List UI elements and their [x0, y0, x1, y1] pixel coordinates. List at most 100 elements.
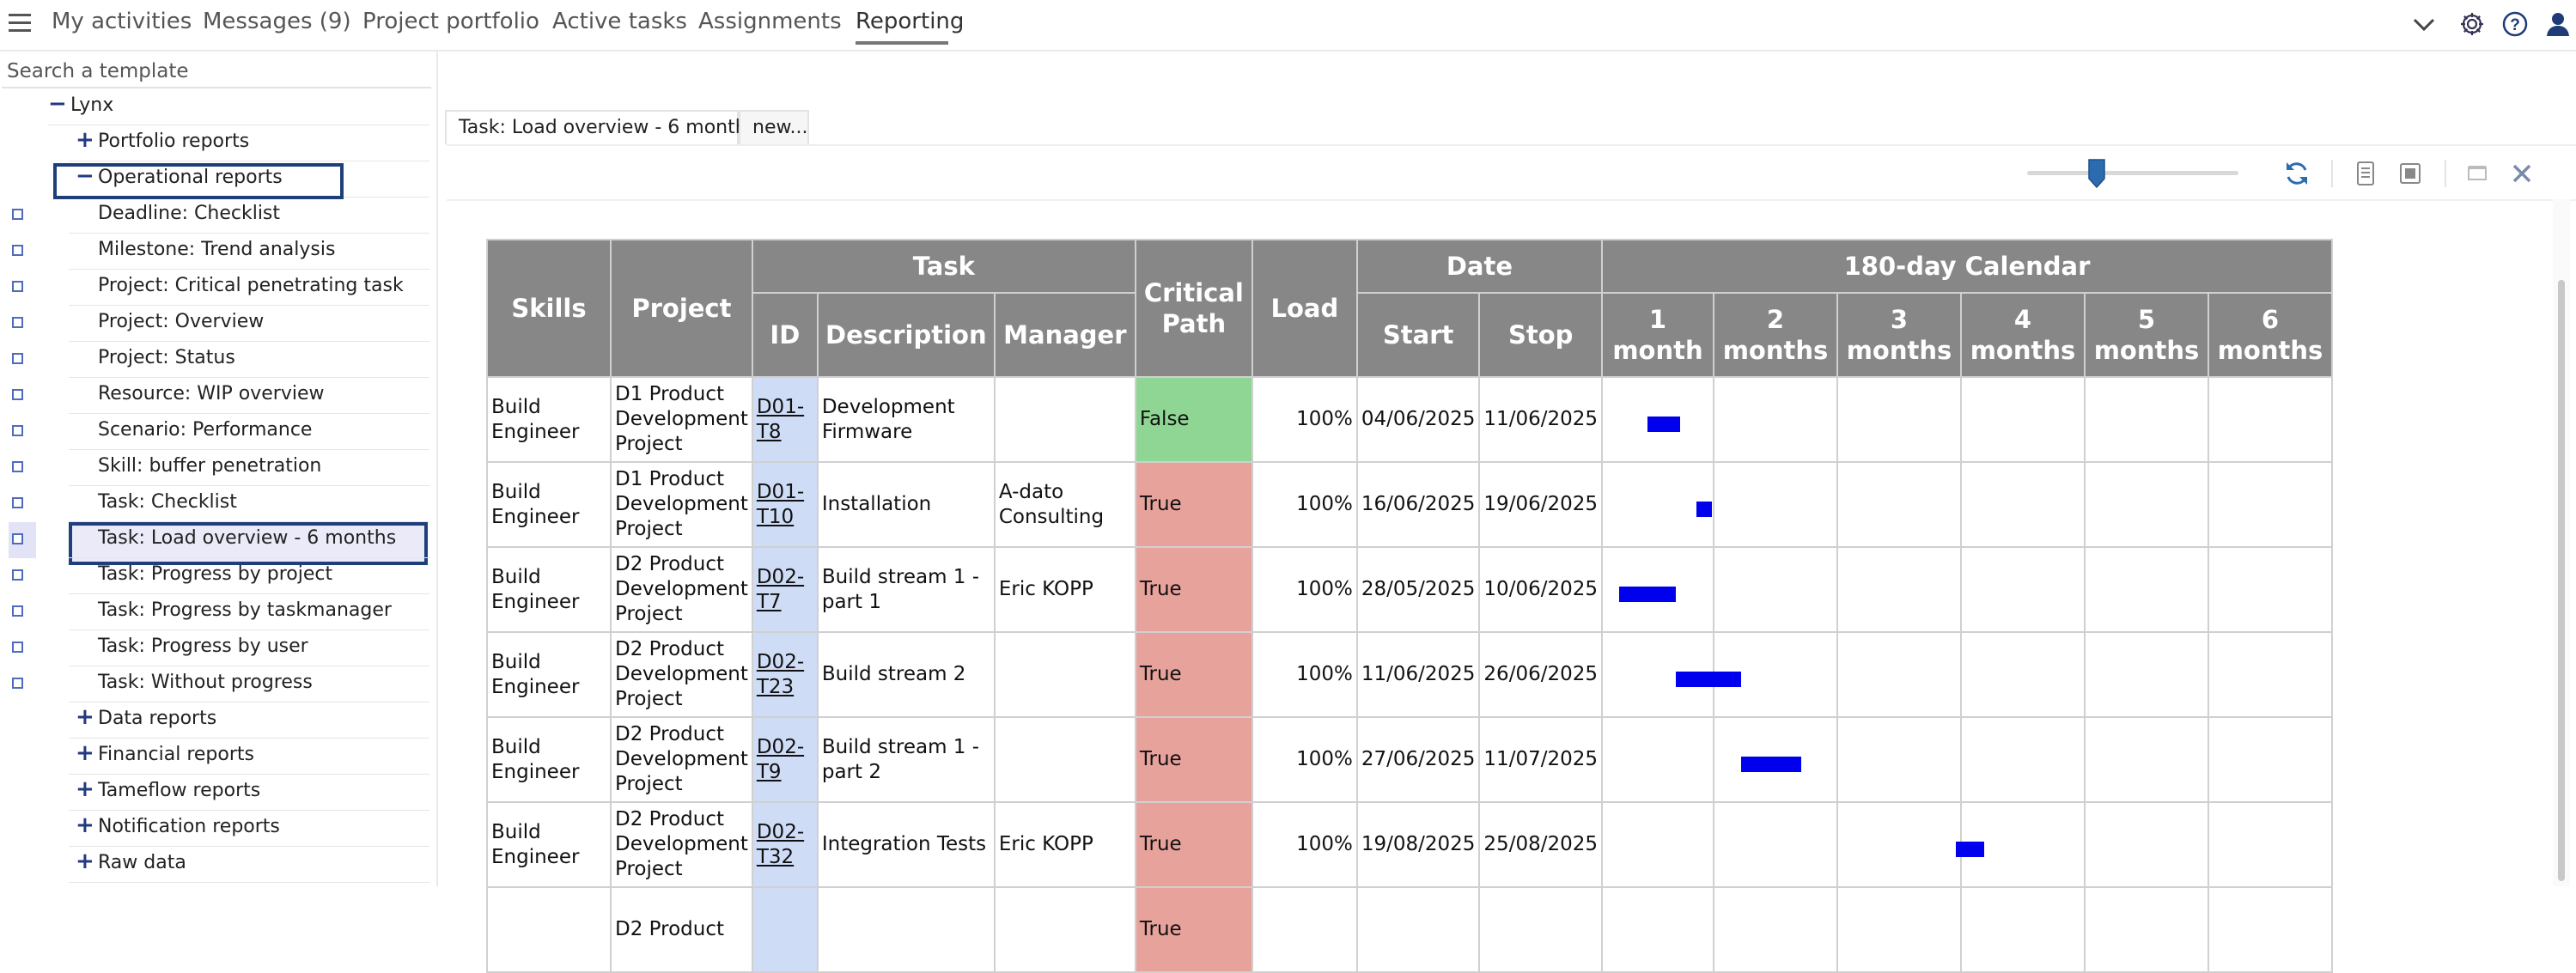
user-icon[interactable]: [2544, 10, 2572, 38]
gantt-bar: [1740, 757, 1802, 772]
tab-task-load-overview[interactable]: Task: Load overview - 6 months: [445, 110, 757, 144]
cell-start: 27/06/2025: [1355, 716, 1481, 803]
tree-item-task-checklist[interactable]: Task: Checklist: [0, 486, 429, 522]
zoom-slider-thumb[interactable]: [2087, 158, 2106, 189]
zoom-slider-track[interactable]: [2027, 171, 2238, 175]
tree-item-project-critical-penetrating-task[interactable]: Project: Critical penetrating task: [0, 270, 429, 306]
checkbox[interactable]: [12, 425, 23, 436]
cell-project: D2 Product Development Project: [610, 716, 753, 803]
chevron-down-icon[interactable]: [2410, 10, 2438, 38]
tree-item-task-progress-by-user[interactable]: Task: Progress by user: [0, 630, 429, 666]
table-row: Build Engineer D2 Product Development Pro…: [486, 631, 2333, 718]
tree-item-portfolio-reports[interactable]: + Portfolio reports: [0, 125, 429, 161]
nav-assignments[interactable]: Assignments: [698, 9, 842, 34]
checkbox[interactable]: [12, 461, 23, 472]
cell-skills: Build Engineer: [486, 546, 612, 633]
task-id-link[interactable]: D02-T9: [757, 736, 804, 783]
calendar-cell-month-5: [2084, 376, 2209, 463]
checkbox[interactable]: [12, 317, 23, 328]
header-calendar: 180-day Calendar: [1601, 239, 2333, 294]
close-icon[interactable]: [2508, 160, 2536, 187]
help-icon[interactable]: ?: [2501, 10, 2529, 38]
calendar-cell-month-2: [1713, 376, 1838, 463]
tree-item-raw-data[interactable]: + Raw data: [0, 847, 429, 883]
calendar-cell-month-2: [1713, 886, 1838, 973]
task-id-link[interactable]: D02-T7: [757, 566, 804, 613]
tree-item-project-overview[interactable]: Project: Overview: [0, 306, 429, 342]
collapse-icon[interactable]: −: [48, 91, 67, 117]
cell-stop: 19/06/2025: [1478, 461, 1603, 548]
checkbox[interactable]: [12, 389, 23, 400]
task-id-link[interactable]: D02-T32: [757, 821, 804, 868]
tree-item-task-without-progress[interactable]: Task: Without progress: [0, 666, 429, 702]
expand-icon[interactable]: +: [76, 848, 94, 874]
expand-icon[interactable]: +: [76, 740, 94, 766]
hamburger-icon[interactable]: [9, 14, 31, 33]
window-icon[interactable]: [2463, 160, 2491, 187]
tree-item-label: Data reports: [98, 708, 217, 729]
tree-item-task-progress-by-taskmanager[interactable]: Task: Progress by taskmanager: [0, 594, 429, 630]
calendar-cell-month-1: [1601, 716, 1714, 803]
header-load: Load: [1251, 239, 1358, 378]
cell-start: 04/06/2025: [1355, 376, 1481, 463]
refresh-icon[interactable]: [2283, 160, 2311, 187]
expand-icon[interactable]: +: [76, 127, 94, 153]
tab-new[interactable]: new...: [739, 110, 809, 144]
tree-item-task-progress-by-project[interactable]: Task: Progress by project: [0, 558, 429, 594]
checkbox[interactable]: [12, 245, 23, 256]
cell-critical-path: True: [1134, 546, 1253, 633]
checkbox[interactable]: [12, 642, 23, 653]
cell-stop: 10/06/2025: [1478, 546, 1603, 633]
checkbox[interactable]: [12, 569, 23, 581]
nav-messages[interactable]: Messages (9): [203, 9, 351, 34]
tree-item-label: Portfolio reports: [98, 131, 250, 152]
calendar-cell-month-4: [1960, 886, 2086, 973]
tree-item-label: Task: Progress by user: [98, 635, 308, 657]
checkbox[interactable]: [12, 353, 23, 364]
tree-item-skill-buffer-penetration[interactable]: Skill: buffer penetration: [0, 450, 429, 486]
task-id-link[interactable]: D01-T10: [757, 481, 804, 528]
highlight-operational-reports: [53, 163, 344, 199]
expand-icon[interactable]: +: [76, 704, 94, 730]
tree-item-scenario-performance[interactable]: Scenario: Performance: [0, 414, 429, 450]
document-icon[interactable]: [2352, 160, 2379, 187]
gear-icon[interactable]: [2458, 10, 2486, 38]
tree-item-task-load-overview-6-months[interactable]: Task: Load overview - 6 months: [0, 522, 429, 558]
tree-item-milestone-trend-analysis[interactable]: Milestone: Trend analysis: [0, 234, 429, 270]
checkbox[interactable]: [12, 533, 23, 544]
cell-load: 100%: [1251, 461, 1358, 548]
table-row: Build Engineer D2 Product Development Pro…: [486, 546, 2333, 633]
nav-my-activities[interactable]: My activities: [52, 9, 192, 34]
nav-project-portfolio[interactable]: Project portfolio: [362, 9, 539, 34]
tree-item-project-status[interactable]: Project: Status: [0, 342, 429, 378]
task-id-link[interactable]: D02-T23: [757, 651, 804, 698]
cell-start: 11/06/2025: [1355, 631, 1481, 718]
nav-reporting[interactable]: Reporting: [856, 9, 964, 34]
task-id-link[interactable]: D01-T8: [757, 396, 804, 443]
checkbox[interactable]: [12, 605, 23, 617]
expand-icon[interactable]: +: [76, 776, 94, 802]
tree-item-notification-reports[interactable]: + Notification reports: [0, 811, 429, 847]
tree-item-deadline-checklist[interactable]: Deadline: Checklist: [0, 198, 429, 234]
checkbox[interactable]: [12, 209, 23, 220]
scrollbar-thumb[interactable]: [2558, 280, 2565, 881]
cell-manager: [993, 886, 1136, 973]
export-icon[interactable]: [2396, 160, 2424, 187]
tree-item-label: Skill: buffer penetration: [98, 455, 322, 477]
tree-item-label: Scenario: Performance: [98, 419, 313, 441]
tree-item-data-reports[interactable]: + Data reports: [0, 702, 429, 739]
header-id: ID: [751, 292, 819, 378]
tree-item-resource-wip-overview[interactable]: Resource: WIP overview: [0, 378, 429, 414]
tree-item-tameflow-reports[interactable]: + Tameflow reports: [0, 775, 429, 811]
checkbox[interactable]: [12, 678, 23, 689]
search-input[interactable]: [2, 56, 431, 88]
checkbox[interactable]: [12, 281, 23, 292]
tree-item-label: Task: Load overview - 6 months: [98, 527, 397, 549]
checkbox[interactable]: [12, 497, 23, 508]
tree-root-lynx[interactable]: − Lynx: [0, 89, 429, 125]
header-month-1: 1 month: [1601, 292, 1714, 378]
cell-critical-path: False: [1134, 376, 1253, 463]
nav-active-tasks[interactable]: Active tasks: [552, 9, 687, 34]
tree-item-financial-reports[interactable]: + Financial reports: [0, 739, 429, 775]
expand-icon[interactable]: +: [76, 812, 94, 838]
